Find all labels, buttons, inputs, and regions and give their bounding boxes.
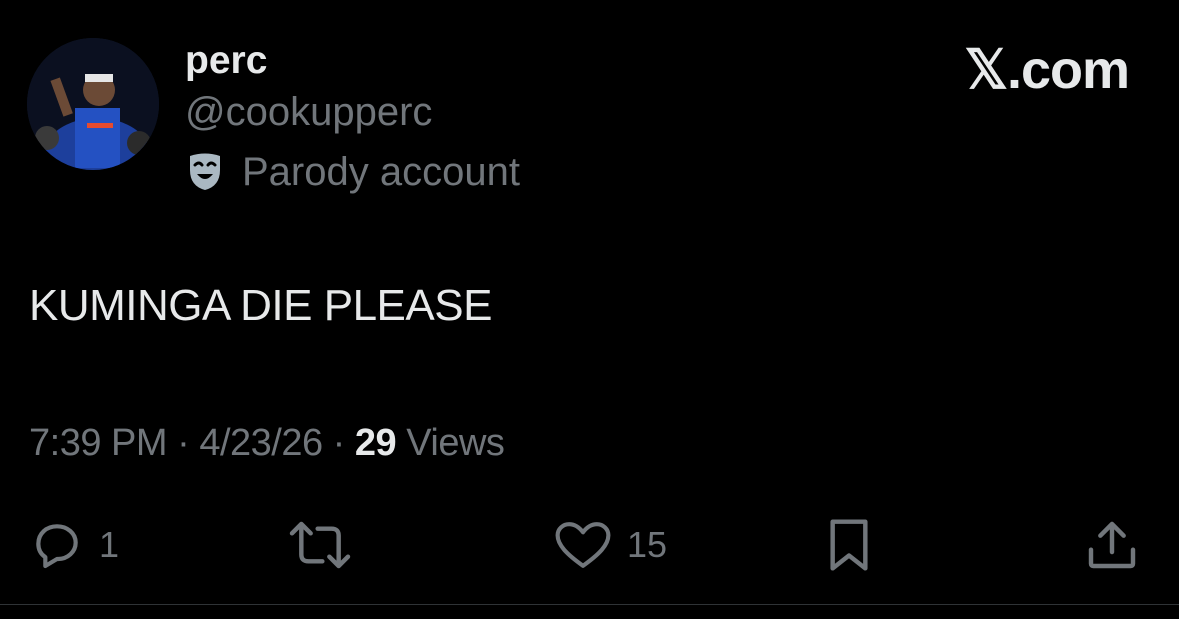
tweet-time[interactable]: 7:39 PM	[29, 422, 168, 464]
meta-separator: ·	[332, 422, 346, 464]
views-label: Views	[406, 422, 505, 464]
heart-icon	[555, 522, 611, 568]
reply-button[interactable]: 1	[29, 515, 119, 575]
parody-label-row: Parody account	[188, 148, 520, 196]
repost-button[interactable]	[287, 515, 353, 575]
tweet-date[interactable]: 4/23/26	[199, 422, 323, 464]
meta-separator: ·	[177, 422, 190, 464]
tweet-meta: 7:39 PM · 4/23/26 · 29 Views	[29, 420, 505, 466]
bookmark-icon	[830, 519, 868, 571]
tweet-text: KUMINGA DIE PLEASE	[29, 281, 492, 330]
reply-icon	[36, 524, 78, 569]
display-name[interactable]: perc	[185, 38, 267, 84]
x-logo: 𝕏.com	[964, 40, 1130, 100]
like-count: 15	[627, 524, 668, 565]
repost-icon	[289, 521, 351, 569]
bookmark-button[interactable]	[822, 515, 876, 575]
theater-mask-icon	[190, 153, 220, 190]
share-icon	[1088, 521, 1136, 569]
avatar[interactable]	[27, 38, 159, 170]
avatar-image	[27, 38, 159, 170]
user-handle[interactable]: @cookupperc	[185, 88, 432, 136]
like-button[interactable]: 15	[553, 515, 667, 575]
action-bar: 1 15	[0, 515, 1179, 575]
reply-count: 1	[99, 524, 120, 565]
share-button[interactable]	[1084, 515, 1140, 575]
parody-label: Parody account	[242, 150, 520, 194]
views-count[interactable]: 29	[355, 422, 397, 464]
divider	[0, 604, 1179, 605]
